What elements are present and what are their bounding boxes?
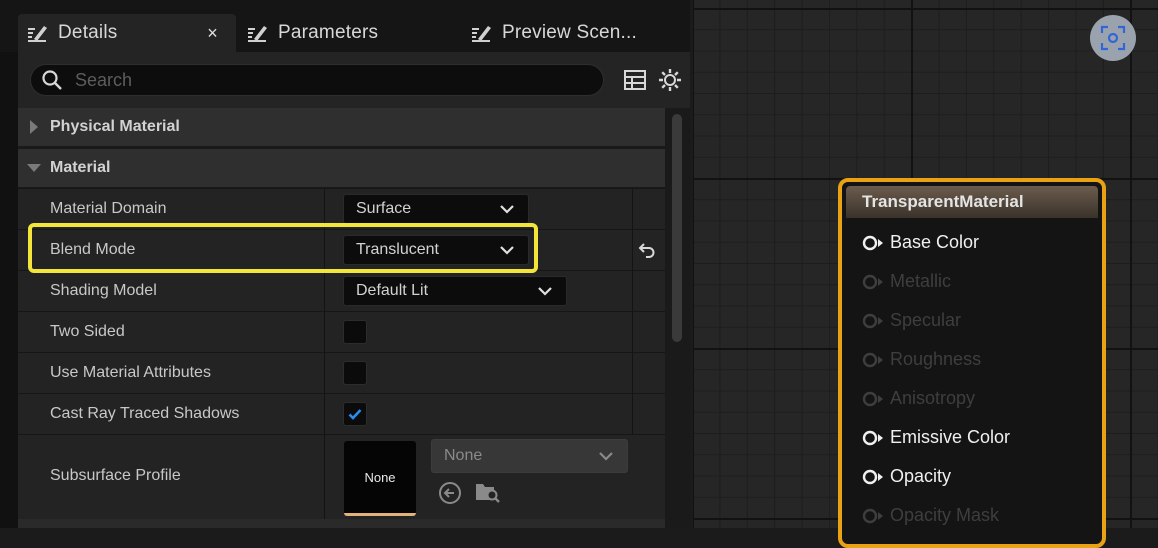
search-input[interactable] [73,68,577,92]
property-label: Use Material Attributes [50,364,211,381]
category-label: Physical Material [50,118,180,135]
details-panel: Details × Parameters Preview Scen... Phy… [0,0,690,528]
caret-down-icon [27,164,41,172]
close-icon[interactable]: × [207,23,218,44]
category-label: Material [50,159,111,176]
pin-opacity-mask[interactable]: Opacity Mask [862,505,999,526]
tab-parameters[interactable]: Parameters [246,14,378,52]
pin-metallic[interactable]: Metallic [862,271,951,292]
pin-connector-icon [862,313,883,328]
caret-right-icon [30,120,38,134]
category-material[interactable]: Material [18,149,665,187]
pin-label: Opacity [890,466,952,486]
property-row-use-material-attributes: Use Material Attributes [18,352,665,393]
pin-connector-icon [862,469,883,484]
dropdown-value: Default Lit [356,282,429,299]
chevron-down-icon [599,451,613,461]
pin-label: Roughness [890,349,982,369]
property-row-subsurface-profile: Subsurface Profile None None [18,434,665,519]
tab-details[interactable]: Details × [18,14,236,52]
pin-connector-icon [862,430,883,445]
pin-connector-icon [862,391,883,406]
property-row-cast-ray-traced-shadows: Cast Ray Traced Shadows [18,393,665,434]
pin-anisotropy[interactable]: Anisotropy [862,388,975,409]
pin-roughness[interactable]: Roughness [862,349,981,370]
thumbnail-label: None [364,469,396,485]
checkmark-icon [348,409,362,420]
property-row-two-sided: Two Sided [18,311,665,352]
dropdown-value: None [444,447,483,464]
pin-base-color[interactable]: Base Color [862,232,979,253]
property-list: Physical Material Material Material Doma… [18,108,665,528]
pin-connector-icon [862,352,883,367]
pin-label: Anisotropy [890,388,976,408]
material-node[interactable]: TransparentMaterial Base Color Metallic … [838,178,1106,548]
pin-connector-icon [862,508,883,523]
cast-ray-traced-shadows-checkbox[interactable] [343,402,367,426]
highlight-outline [28,223,538,273]
scrollbar[interactable] [665,108,690,528]
property-label: Shading Model [50,282,157,299]
property-label: Subsurface Profile [50,467,181,484]
screenshot-icon [1100,25,1126,51]
pin-emissive-color[interactable]: Emissive Color [862,427,1010,448]
screenshot-button[interactable] [1090,15,1136,61]
two-sided-checkbox[interactable] [343,320,367,344]
chevron-down-icon [500,204,514,214]
asset-thumbnail[interactable]: None [344,441,416,516]
shading-model-dropdown[interactable]: Default Lit [343,276,567,306]
search-row [18,52,690,108]
table-view-icon[interactable] [624,70,646,90]
material-domain-dropdown[interactable]: Surface [343,194,529,224]
category-physical-material[interactable]: Physical Material [18,108,665,146]
reset-arrow-icon[interactable] [638,242,656,258]
search-box [30,64,604,96]
pin-connector-icon [862,235,883,250]
pin-label: Specular [890,310,962,330]
search-icon [42,70,62,90]
property-label: Cast Ray Traced Shadows [50,405,240,422]
pin-opacity[interactable]: Opacity [862,466,951,487]
pin-label: Metallic [890,271,952,291]
gear-icon[interactable] [658,68,682,92]
pin-specular[interactable]: Specular [862,310,961,331]
dropdown-value: Surface [356,200,412,217]
use-material-attributes-checkbox[interactable] [343,361,367,385]
property-label: Two Sided [50,323,125,340]
property-row-shading-model: Shading Model Default Lit [18,270,665,311]
pencil-grid-icon [28,26,47,42]
tab-preview-scene[interactable]: Preview Scen... [470,14,637,52]
node-title: TransparentMaterial [846,186,1098,218]
property-label: Material Domain [50,200,167,217]
pencil-grid-icon [472,26,491,42]
chevron-down-icon [538,286,552,296]
tab-parameters-label: Parameters [278,22,379,43]
tab-preview-scene-label: Preview Scen... [502,22,637,43]
pin-label: Emissive Color [890,427,1011,447]
use-selected-asset-icon[interactable] [438,481,462,505]
tab-bar: Details × Parameters Preview Scen... [0,0,690,52]
browse-asset-icon[interactable] [474,480,502,504]
pin-label: Opacity Mask [890,505,1000,525]
pin-connector-icon [862,274,883,289]
tab-details-label: Details [58,22,118,43]
pin-label: Base Color [890,232,980,252]
pencil-grid-icon [248,26,267,42]
scrollbar-thumb[interactable] [672,114,682,342]
subsurface-profile-dropdown[interactable]: None [431,439,628,473]
